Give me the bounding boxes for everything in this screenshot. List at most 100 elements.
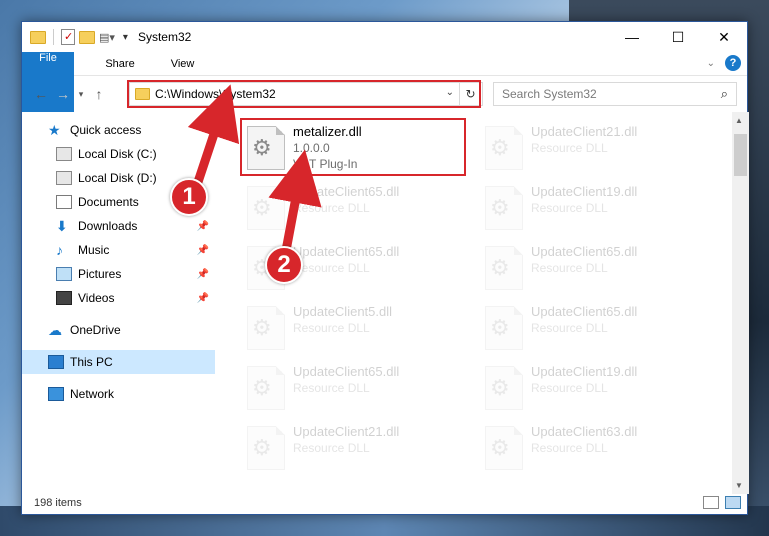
window-controls: — ☐ ✕ — [609, 22, 747, 52]
ribbon-right: ⌄ ? — [707, 55, 741, 71]
dll-file-icon — [247, 306, 285, 350]
large-icons-view-icon[interactable] — [725, 496, 741, 509]
close-button[interactable]: ✕ — [701, 22, 747, 52]
vertical-scrollbar[interactable]: ▲ ▼ — [732, 112, 749, 494]
file-type: Resource DLL — [293, 441, 370, 455]
sidebar-item-label: This PC — [70, 355, 113, 369]
maximize-button[interactable]: ☐ — [655, 22, 701, 52]
sidebar-item-quick-access[interactable]: ★ Quick access — [22, 118, 215, 142]
pin-icon[interactable]: 📌 — [197, 221, 209, 232]
file-details: UpdateClient63.dll Resource DLL — [531, 424, 637, 456]
view-toggle — [703, 496, 741, 509]
pin-icon[interactable]: 📌 — [197, 245, 209, 256]
sidebar-item-label: OneDrive — [70, 323, 121, 337]
chevron-down-icon[interactable]: ▾ — [123, 32, 128, 43]
step-badge-1: 1 — [170, 178, 208, 216]
pin-icon[interactable]: 📌 — [197, 269, 209, 280]
sidebar-item-label: Documents — [78, 195, 139, 209]
title-bar: ▤▾ ▾ System32 — ☐ ✕ — [22, 22, 747, 52]
file-highlight — [240, 118, 466, 176]
search-input[interactable]: Search System32 ⌕ — [493, 82, 737, 106]
file-item[interactable]: UpdateClient19.dll Resource DLL — [479, 178, 705, 238]
sidebar-item-local-disk-c[interactable]: Local Disk (C:) — [22, 142, 215, 166]
sidebar-item-label: Network — [70, 387, 115, 401]
file-name: UpdateClient19.dll — [531, 364, 638, 379]
window-title: System32 — [137, 30, 192, 44]
sidebar-item-label: Pictures — [78, 267, 122, 281]
file-name: UpdateClient5.dll — [293, 304, 393, 319]
file-item[interactable]: UpdateClient21.dll Resource DLL — [479, 118, 705, 178]
scroll-down-icon[interactable]: ▼ — [735, 481, 743, 490]
file-details: UpdateClient5.dll Resource DLL — [293, 304, 392, 336]
pin-icon[interactable]: 📌 — [197, 293, 209, 304]
file-details: UpdateClient19.dll Resource DLL — [531, 364, 637, 396]
dll-file-icon — [485, 306, 523, 350]
scroll-up-icon[interactable]: ▲ — [735, 116, 743, 125]
dll-file-icon — [247, 366, 285, 410]
file-item[interactable]: UpdateClient63.dll Resource DLL — [479, 418, 705, 478]
file-item[interactable]: UpdateClient5.dll Resource DLL — [241, 298, 467, 358]
dll-file-icon — [485, 186, 523, 230]
sidebar-item-downloads[interactable]: ⬇ Downloads 📌 — [22, 214, 215, 238]
drive-icon — [56, 171, 72, 185]
file-item[interactable]: UpdateClient65.dll Resource DLL — [241, 358, 467, 418]
download-icon: ⬇ — [56, 218, 68, 234]
music-note-icon: ♪ — [56, 242, 63, 258]
tab-view[interactable]: View — [153, 52, 213, 75]
file-details: UpdateClient21.dll Resource DLL — [531, 124, 637, 156]
sidebar-item-videos[interactable]: Videos 📌 — [22, 286, 215, 310]
cloud-icon: ☁ — [48, 322, 62, 338]
file-details: UpdateClient65.dll Resource DLL — [531, 304, 637, 336]
forward-arrow-icon[interactable]: → — [52, 86, 74, 102]
details-view-icon[interactable] — [703, 496, 719, 509]
up-arrow-icon[interactable]: ↑ — [88, 86, 110, 102]
drive-icon — [56, 147, 72, 161]
file-type: Resource DLL — [531, 321, 608, 335]
file-type: Resource DLL — [293, 261, 370, 275]
file-details: UpdateClient65.dll Resource DLL — [293, 364, 399, 396]
scrollbar-thumb[interactable] — [734, 134, 747, 176]
network-icon — [48, 387, 64, 401]
sidebar-item-this-pc[interactable]: This PC — [22, 350, 215, 374]
file-details: UpdateClient65.dll Resource DLL — [293, 244, 399, 276]
divider — [53, 29, 54, 45]
file-type: Resource DLL — [531, 261, 608, 275]
search-placeholder: Search System32 — [502, 87, 597, 101]
new-folder-icon[interactable] — [79, 30, 95, 44]
documents-icon — [56, 195, 72, 209]
folder-icon — [30, 30, 46, 44]
file-name: UpdateClient65.dll — [293, 364, 400, 379]
file-name: UpdateClient19.dll — [531, 184, 638, 199]
back-arrow-icon[interactable]: ← — [30, 86, 52, 102]
file-item[interactable]: UpdateClient65.dll Resource DLL — [479, 298, 705, 358]
sidebar-item-music[interactable]: ♪ Music 📌 — [22, 238, 215, 262]
address-bar-highlight — [127, 80, 481, 108]
minimize-button[interactable]: — — [609, 22, 655, 52]
sidebar-item-label: Quick access — [70, 123, 142, 137]
search-icon: ⌕ — [720, 86, 728, 101]
sidebar-item-pictures[interactable]: Pictures 📌 — [22, 262, 215, 286]
sidebar-item-label: Local Disk (D:) — [78, 171, 157, 185]
file-name: UpdateClient65.dll — [531, 304, 638, 319]
sidebar-item-network[interactable]: Network — [22, 382, 215, 406]
recent-locations-icon[interactable]: ▾ — [74, 89, 88, 100]
file-type: Resource DLL — [293, 321, 370, 335]
help-icon[interactable]: ? — [725, 55, 741, 71]
properties-icon[interactable] — [61, 29, 75, 45]
file-name: UpdateClient63.dll — [531, 424, 638, 439]
dll-file-icon — [247, 186, 285, 230]
pictures-icon — [56, 267, 72, 281]
sidebar-item-onedrive[interactable]: ☁ OneDrive — [22, 318, 215, 342]
quick-access-toolbar: ▤▾ ▾ — [22, 29, 128, 45]
file-item[interactable]: UpdateClient19.dll Resource DLL — [479, 358, 705, 418]
tab-share[interactable]: Share — [87, 52, 152, 75]
expand-ribbon-icon[interactable]: ⌄ — [707, 58, 715, 69]
file-type: Resource DLL — [531, 141, 608, 155]
file-type: Resource DLL — [531, 381, 608, 395]
file-item[interactable]: UpdateClient21.dll Resource DLL — [241, 418, 467, 478]
customize-toolbar-icon[interactable]: ▤▾ — [99, 31, 115, 44]
file-item[interactable]: UpdateClient65.dll Resource DLL — [241, 178, 467, 238]
file-item[interactable]: UpdateClient65.dll Resource DLL — [479, 238, 705, 298]
